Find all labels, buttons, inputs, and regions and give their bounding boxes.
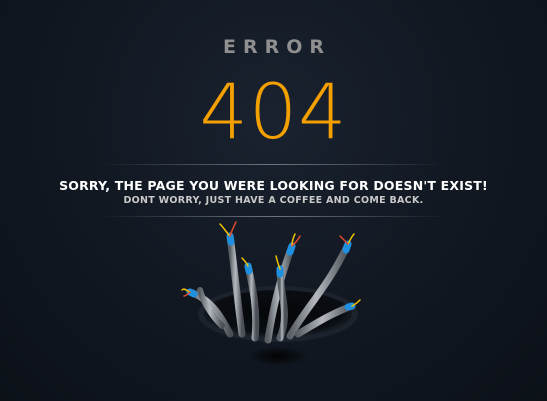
cable-5 bbox=[276, 265, 288, 342]
error-label: ERROR bbox=[222, 36, 332, 58]
cables-in-hole-illustration bbox=[181, 221, 361, 366]
error-subline: DONT WORRY, JUST HAVE A COFFEE AND COME … bbox=[123, 195, 424, 206]
error-code: 404 bbox=[199, 67, 348, 156]
top-divider bbox=[100, 164, 447, 165]
error-headline: SORRY, THE PAGE YOU WERE LOOKING FOR DOE… bbox=[59, 178, 488, 193]
